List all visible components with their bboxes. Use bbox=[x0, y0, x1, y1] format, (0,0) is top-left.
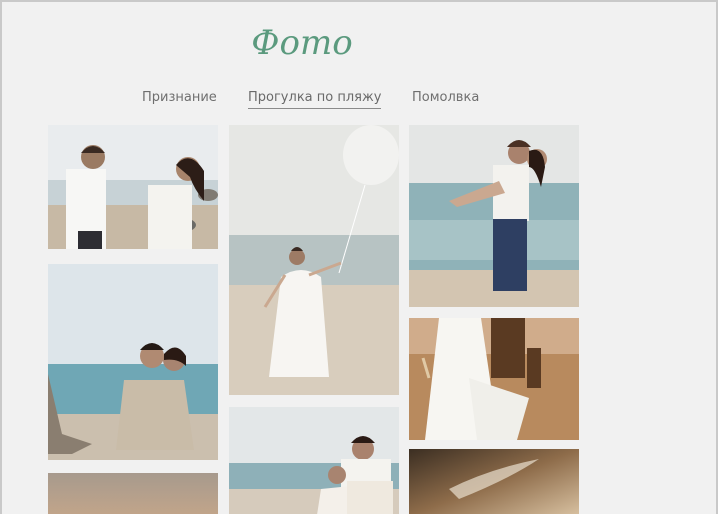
photo-bride-balloon[interactable] bbox=[229, 125, 399, 395]
photo-couple-walking[interactable] bbox=[409, 318, 579, 440]
tab-pomolvka[interactable]: Помолвка bbox=[412, 90, 479, 108]
photo-couple-blanket[interactable] bbox=[48, 264, 218, 460]
photo-waves-sunset[interactable] bbox=[409, 449, 579, 514]
tab-progulka[interactable]: Прогулка по пляжу bbox=[248, 90, 382, 109]
svg-text:Фото: Фото bbox=[251, 23, 352, 63]
photo-couple-chairs[interactable] bbox=[229, 407, 399, 514]
photo-couple-dancing[interactable] bbox=[48, 125, 218, 249]
category-tabs: Признание Прогулка по пляжу Помолвка bbox=[2, 90, 716, 116]
gallery-title-lettering: Фото bbox=[251, 23, 352, 63]
photo-groom-carrying-bride[interactable] bbox=[409, 125, 579, 307]
tab-priznanie[interactable]: Признание bbox=[142, 90, 217, 108]
gallery-title: Фото bbox=[232, 6, 372, 76]
page-frame: Фото Признание Прогулка по пляжу Помолвк… bbox=[0, 0, 718, 514]
photo-sunset-beach[interactable] bbox=[48, 473, 218, 514]
